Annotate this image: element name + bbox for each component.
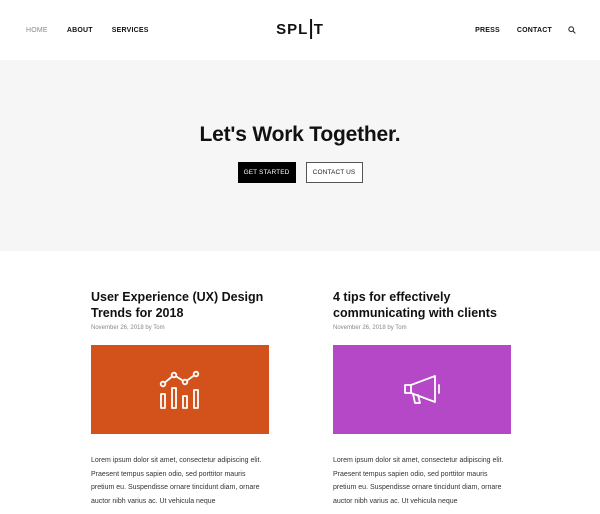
post-meta: November 26, 2018 by Tom (333, 325, 407, 331)
posts-section: User Experience (UX) Design Trends for 2… (0, 251, 600, 514)
nav-press[interactable]: PRESS (475, 27, 500, 34)
logo-text-right: T (313, 21, 324, 38)
post-excerpt: Lorem ipsum dolor sit amet, consectetur … (333, 457, 504, 505)
post-meta: November 26, 2018 by Tom (91, 325, 165, 331)
secondary-nav: PRESS CONTACT (458, 0, 576, 60)
megaphone-icon (404, 374, 440, 404)
hero-buttons: GET STARTED CONTACT US (0, 162, 600, 183)
post-excerpt: Lorem ipsum dolor sit amet, consectetur … (91, 457, 262, 505)
logo-bar (310, 19, 312, 39)
contact-us-button[interactable]: CONTACT US (305, 162, 363, 183)
logo-text-left: SPL (276, 21, 309, 38)
site-logo[interactable]: SPL T (276, 19, 324, 39)
site-header: HOME ABOUT SERVICES SPL T PRESS CONTACT (0, 0, 600, 60)
hero-section: Let's Work Together. GET STARTED CONTACT… (0, 60, 600, 251)
search-icon[interactable] (568, 26, 576, 34)
hero-title: Let's Work Together. (199, 123, 401, 146)
nav-home[interactable]: HOME (26, 27, 48, 34)
post-card: 4 tips for effectively communicating wit… (333, 290, 511, 508)
post-title[interactable]: 4 tips for effectively communicating wit… (333, 290, 511, 321)
primary-nav: HOME ABOUT SERVICES (26, 0, 168, 60)
post-card: User Experience (UX) Design Trends for 2… (91, 290, 269, 508)
post-title[interactable]: User Experience (UX) Design Trends for 2… (91, 290, 269, 321)
nav-about[interactable]: ABOUT (67, 27, 93, 34)
get-started-button[interactable]: GET STARTED (237, 162, 296, 183)
post-image[interactable] (91, 345, 269, 434)
nav-contact[interactable]: CONTACT (517, 27, 552, 34)
post-image[interactable] (333, 345, 511, 434)
nav-services[interactable]: SERVICES (112, 27, 149, 34)
bar-chart-icon (159, 370, 200, 409)
